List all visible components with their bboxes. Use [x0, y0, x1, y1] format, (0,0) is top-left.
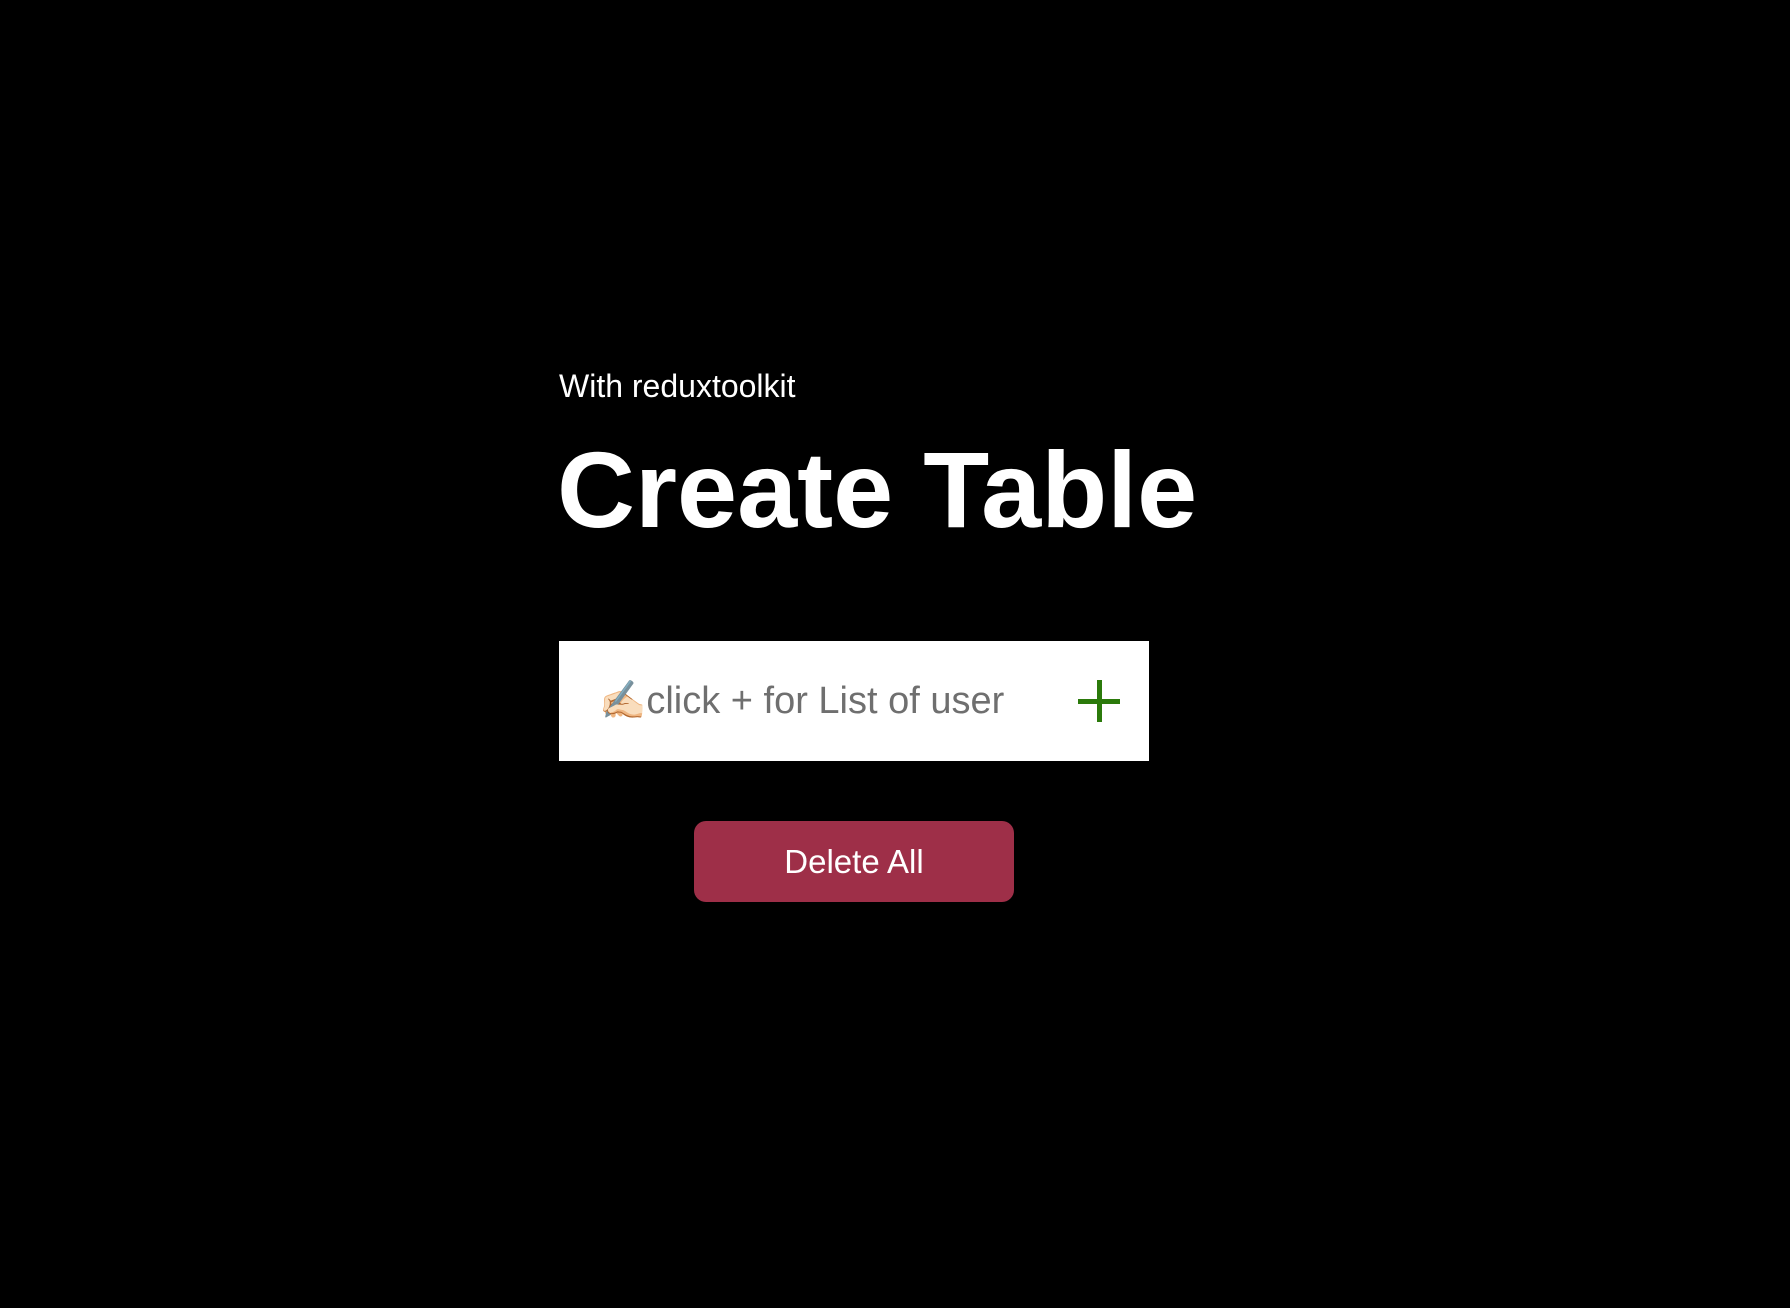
plus-icon: [1078, 680, 1120, 722]
app-page: With reduxtoolkit Create Table Delete Al…: [0, 0, 1790, 1308]
page-title: Create Table: [557, 429, 1198, 550]
user-input-container: [559, 641, 1149, 761]
page-subtitle: With reduxtoolkit: [559, 368, 796, 404]
add-user-button[interactable]: [1059, 661, 1139, 741]
delete-all-button[interactable]: Delete All: [694, 821, 1014, 902]
user-name-input[interactable]: [599, 641, 1059, 761]
